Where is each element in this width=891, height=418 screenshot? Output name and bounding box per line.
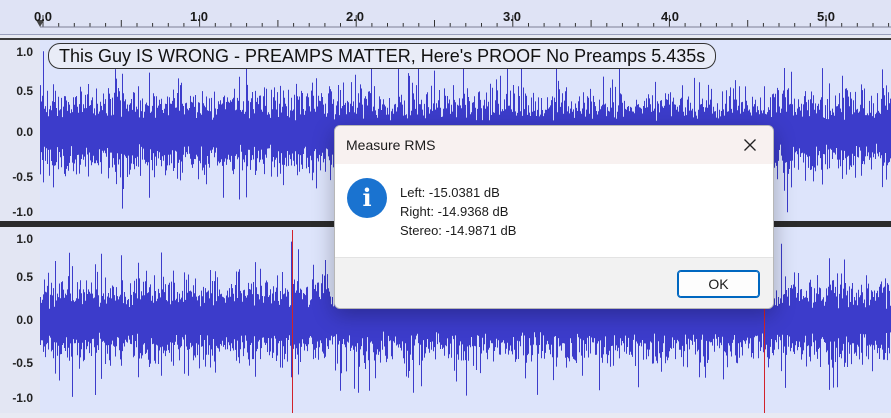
scale-label: 0.5 — [16, 270, 33, 284]
rms-left-value: Left: -15.0381 dB — [400, 185, 500, 200]
scale-label: -0.5 — [12, 356, 33, 370]
scale-label: 0.5 — [16, 84, 33, 98]
scale-label: 0.0 — [16, 125, 33, 139]
vertical-ruler-right-channel: 1.0 0.5 0.0 -0.5 -1.0 — [0, 227, 41, 413]
clip-name-label[interactable]: This Guy IS WRONG - PREAMPS MATTER, Here… — [48, 43, 717, 69]
info-glyph: i — [362, 183, 372, 212]
ruler-ticks — [36, 15, 891, 28]
rms-right-value: Right: -14.9368 dB — [400, 204, 509, 219]
scale-label: -1.0 — [12, 205, 33, 219]
ruler-label-3: 3.0 — [502, 9, 522, 24]
dialog-body: i Left: -15.0381 dB Right: -14.9368 dB S… — [335, 164, 773, 257]
ruler-label-5: 5.0 — [816, 9, 836, 24]
ruler-label-1: 1.0 — [189, 9, 209, 24]
close-button[interactable] — [727, 126, 773, 164]
close-icon — [744, 139, 756, 151]
scale-label: -1.0 — [12, 391, 33, 405]
scale-label: 0.0 — [16, 313, 33, 327]
ruler-label-2: 2.0 — [345, 9, 365, 24]
timeline-ruler[interactable]: 0.0 1.0 2.0 3.0 4.0 5.0 — [0, 0, 891, 35]
info-icon: i — [347, 178, 387, 218]
selection-start-line[interactable] — [292, 230, 293, 413]
dialog-footer: OK — [335, 257, 773, 308]
vertical-ruler-left-channel: 1.0 0.5 0.0 -0.5 -1.0 — [0, 40, 41, 223]
rms-stereo-value: Stereo: -14.9871 dB — [400, 223, 517, 238]
dialog-title: Measure RMS — [346, 137, 436, 153]
scale-label: 1.0 — [16, 45, 33, 59]
ok-button[interactable]: OK — [677, 270, 760, 298]
dialog-titlebar[interactable]: Measure RMS — [335, 126, 773, 164]
ruler-label-4: 4.0 — [660, 9, 680, 24]
scale-label: 1.0 — [16, 232, 33, 246]
scale-label: -0.5 — [12, 170, 33, 184]
ruler-label-0: 0.0 — [33, 9, 53, 24]
measure-rms-dialog: Measure RMS i Left: -15.0381 dB Right: -… — [334, 125, 774, 309]
